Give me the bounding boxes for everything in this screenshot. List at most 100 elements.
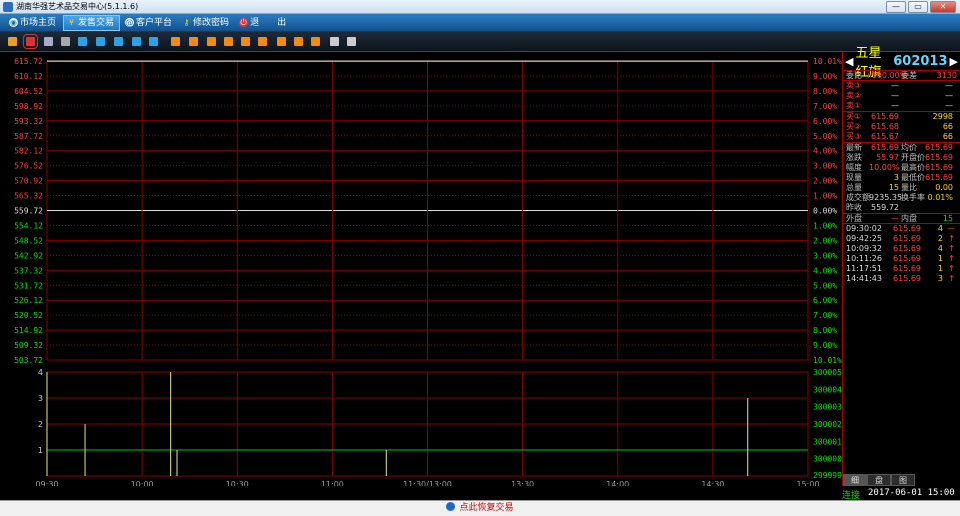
- bar-chart-icon[interactable]: [8, 37, 17, 46]
- tool-c-icon[interactable]: [114, 37, 123, 46]
- restore-trade-bar[interactable]: 点此恢复交易: [0, 500, 960, 516]
- order-7-icon[interactable]: [277, 37, 286, 46]
- diff-label: 委差: [901, 71, 917, 80]
- price-tick-label: 548.52: [14, 236, 43, 245]
- stat-label: 最低价: [901, 173, 925, 182]
- stat-value: 10.00%: [869, 163, 900, 172]
- tab-order-book[interactable]: 盘: [867, 474, 891, 486]
- menu-change-password[interactable]: ⚷ 修改密码: [179, 15, 234, 31]
- menu-market-home[interactable]: ◉ 市场主页: [6, 15, 61, 31]
- ask-row: 卖② — —: [843, 91, 960, 101]
- bid-volume: 66: [942, 122, 953, 131]
- percent-tick-label: 1.00%: [813, 221, 837, 230]
- line-chart-icon[interactable]: [23, 34, 38, 49]
- stock-code: 602013: [893, 53, 948, 69]
- main-menu: ◉ 市场主页 ¥ 发售交易 @ 客户平台 ⚷ 修改密码 ⏻ 退 出: [0, 14, 960, 32]
- close-button[interactable]: ✕: [930, 1, 956, 13]
- tick-direction-icon: ↑: [948, 254, 955, 263]
- tick-row: 09:42:25 615.69 2 ↑: [843, 234, 960, 244]
- menu-label: 修改密码: [193, 17, 230, 28]
- percent-tick-label: 2.00%: [813, 236, 837, 245]
- percent-tick-label: 0.00%: [813, 207, 837, 216]
- tool-e-icon[interactable]: [149, 37, 158, 46]
- edit-icon[interactable]: [330, 37, 339, 46]
- ask-label: 卖①: [846, 101, 862, 110]
- menu-label: 退 出: [250, 17, 287, 28]
- tool-a-icon[interactable]: [78, 37, 87, 46]
- prev-stock-icon[interactable]: ◀: [845, 55, 853, 68]
- percent-tick-label: 6.00%: [813, 296, 837, 305]
- key-icon: ⚷: [183, 18, 190, 27]
- candle-icon[interactable]: [44, 37, 53, 46]
- price-tick-label: 503.72: [14, 356, 43, 365]
- menu-exit[interactable]: ⏻ 退 出: [236, 15, 291, 31]
- tick-price: 615.69: [893, 254, 921, 263]
- order-3-icon[interactable]: [207, 37, 216, 46]
- tab-detail[interactable]: 细: [843, 474, 867, 486]
- percent-tick-label: 8.00%: [813, 326, 837, 335]
- order-8-icon[interactable]: [294, 37, 303, 46]
- tick-time: 10:09:32: [846, 244, 882, 253]
- chart-toolbar: [0, 32, 960, 52]
- tool-d-icon[interactable]: [132, 37, 141, 46]
- stat-label: 涨跌: [846, 153, 862, 162]
- order-1-icon[interactable]: [171, 37, 180, 46]
- tick-direction-icon: ↑: [948, 244, 955, 253]
- volume-right-tick-label: 300002: [813, 420, 842, 429]
- list-icon[interactable]: [61, 37, 70, 46]
- ask-price: —: [891, 91, 899, 100]
- percent-tick-label: 4.00%: [813, 147, 837, 156]
- price-tick-label: 537.32: [14, 266, 43, 275]
- price-tick-label: 582.12: [14, 147, 43, 156]
- ask-price: —: [891, 101, 899, 110]
- maximize-button[interactable]: ▭: [908, 1, 928, 13]
- tick-list[interactable]: 09:30:02 615.69 4—09:42:25 615.69 2 ↑ 10:09:32…: [843, 223, 960, 284]
- stat-row: 涨跌 55.97 开盘价 615.69: [843, 153, 960, 163]
- stat-value: 559.72: [871, 203, 899, 212]
- bid-row: 买③ 615.67 66: [843, 132, 960, 142]
- stat-row: 幅度 10.00% 最高价 615.69: [843, 163, 960, 173]
- ratio-label: 委比: [846, 71, 862, 80]
- quote-tabs: 细 盘 图: [843, 474, 915, 486]
- percent-tick-label: 2.00%: [813, 177, 837, 186]
- order-5-icon[interactable]: [241, 37, 250, 46]
- stat-value: 9235.35: [869, 193, 903, 202]
- settings-gear-icon[interactable]: [347, 37, 356, 46]
- order-9-icon[interactable]: [311, 37, 320, 46]
- tab-chart[interactable]: 图: [891, 474, 915, 486]
- bid-volume: 66: [942, 132, 953, 141]
- volume-right-tick-label: 299999: [813, 471, 842, 480]
- tick-price: 615.69: [893, 274, 921, 283]
- tick-price: 615.69: [893, 244, 921, 253]
- tick-volume: 1: [937, 264, 943, 273]
- inner-label: 内盘: [901, 214, 917, 223]
- tick-direction-icon: ↑: [948, 234, 955, 243]
- tool-b-icon[interactable]: [96, 37, 105, 46]
- tick-time: 09:30:02: [846, 224, 882, 233]
- bid-label: 买①: [846, 112, 862, 121]
- stat-value: 615.69: [925, 143, 953, 152]
- percent-tick-label: 3.00%: [813, 162, 837, 171]
- menu-issue-trade[interactable]: ¥ 发售交易: [63, 14, 121, 31]
- order-2-icon[interactable]: [189, 37, 198, 46]
- price-tick-label: 587.72: [14, 132, 43, 141]
- order-4-icon[interactable]: [224, 37, 233, 46]
- stat-value: 3: [893, 173, 899, 182]
- order-6-icon[interactable]: [258, 37, 267, 46]
- minimize-button[interactable]: —: [886, 1, 906, 13]
- tick-time: 11:17:51: [846, 264, 882, 273]
- order-ratio-row: 委比 +100.00% 委差 3130: [843, 70, 960, 80]
- stat-value: 15: [888, 183, 899, 192]
- percent-tick-label: 5.00%: [813, 281, 837, 290]
- restore-trade-link[interactable]: 点此恢复交易: [459, 503, 513, 513]
- stat-label: 量比: [901, 183, 917, 192]
- ask-volume: —: [945, 101, 953, 110]
- next-stock-icon[interactable]: ▶: [950, 55, 958, 68]
- globe-icon: ◉: [9, 18, 18, 27]
- chart-svg[interactable]: 615.72 10.01% 610.12 9.00% 604.52 8.00% 598.92…: [0, 52, 842, 500]
- tick-price: 615.69: [893, 224, 921, 233]
- stat-value: 615.69: [925, 153, 953, 162]
- intraday-chart[interactable]: 615.72 10.01% 610.12 9.00% 604.52 8.00% 598.92…: [0, 52, 842, 500]
- app-icon: [3, 2, 13, 12]
- menu-client-platform[interactable]: @ 客户平台: [122, 15, 177, 31]
